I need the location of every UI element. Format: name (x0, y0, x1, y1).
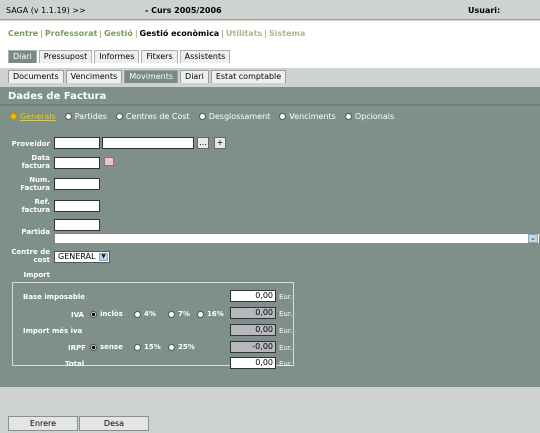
base-imposable-label: Base imposable (23, 293, 85, 301)
subtab-venciments[interactable]: Venciments (65, 70, 123, 83)
iva-option-7[interactable]: 7% (168, 310, 190, 318)
import-mes-iva-label: Import més iva (23, 327, 83, 335)
radio-icon (10, 113, 17, 120)
radio-tab-opcionals[interactable]: Opcionals (344, 112, 394, 121)
tab-assistents[interactable]: Assistents (179, 50, 231, 63)
radio-tab-generals[interactable]: Generals (10, 112, 56, 121)
total-label: Total (65, 360, 85, 368)
radio-icon (64, 113, 72, 120)
nav-sistema[interactable]: Sistema (269, 29, 305, 38)
radio-tab-centres-de-cost[interactable]: Centres de Cost (115, 112, 190, 121)
irpf-option-15[interactable]: 15% (134, 343, 161, 351)
chevron-down-icon: ⌄ (528, 234, 538, 243)
eur-label: Eur. (279, 327, 293, 335)
tab-fitxers[interactable]: Fitxers (141, 50, 178, 63)
calendar-icon[interactable] (104, 157, 114, 166)
section-title: Dades de Factura (8, 91, 107, 102)
subtab-moviments[interactable]: Moviments (124, 70, 179, 83)
nav-gestio-economica[interactable]: Gestió econòmica (140, 29, 220, 38)
course-label: - Curs 2005/2006 (145, 6, 222, 15)
tab-pressupost[interactable]: Pressupost (38, 50, 93, 63)
partida-select[interactable]: ⌄ (54, 233, 540, 244)
data-factura-label: Data factura (21, 154, 50, 170)
iva-option-16[interactable]: 16% (197, 310, 224, 318)
subtab-bar: Documents Venciments Moviments Diari Est… (0, 68, 540, 85)
radio-icon (168, 343, 175, 351)
section-header: Dades de Factura (0, 87, 540, 106)
proveidor-label: Proveidor (11, 140, 50, 148)
ref-factura-input[interactable] (54, 200, 100, 212)
footer: Enrere Desa (0, 387, 540, 433)
irpf-option-sense[interactable]: sense (90, 343, 123, 351)
irpf-label: IRPF (68, 344, 86, 352)
radio-icon (197, 310, 204, 318)
iva-label: IVA (71, 311, 84, 319)
import-label: Import (23, 271, 50, 279)
invoice-radio-tabs: Generals Partides Centres de Cost Desglo… (10, 112, 394, 121)
proveidor-name-input[interactable] (102, 137, 194, 149)
radio-tab-venciments[interactable]: Venciments (279, 112, 336, 121)
eur-label: Eur. (279, 344, 293, 352)
user-label: Usuari: (468, 6, 501, 15)
module-tabs: Diari Pressupost Informes Fitxers Assist… (8, 50, 231, 64)
main-nav: Centre | Professorat | Gestió | Gestió econòmi… (8, 29, 306, 38)
subtab-diari[interactable]: Diari (180, 70, 209, 83)
nav-centre[interactable]: Centre (8, 29, 38, 38)
irpf-value: -0,00 (230, 341, 276, 353)
import-box: Base imposable 0,00 Eur. IVA inclòs 4% 7… (12, 282, 294, 369)
centre-cost-select[interactable]: GENERAL ▼ (54, 251, 110, 263)
iva-value: 0,00 (230, 307, 276, 319)
nav-gestio[interactable]: Gestió (104, 29, 133, 38)
save-button[interactable]: Desa (79, 416, 149, 431)
num-factura-input[interactable] (54, 178, 100, 190)
app-title[interactable]: SAGA (v 1.1.19) >> (6, 6, 86, 15)
import-mes-iva-value: 0,00 (230, 324, 276, 336)
sub-tabs: Documents Venciments Moviments Diari Est… (8, 70, 287, 83)
invoice-panel: Generals Partides Centres de Cost Desglo… (0, 106, 540, 387)
radio-tab-desglossament[interactable]: Desglossament (198, 112, 270, 121)
eur-label: Eur. (279, 360, 293, 368)
partida-code-input[interactable] (54, 219, 100, 231)
proveidor-add-button[interactable]: + (214, 137, 226, 149)
radio-icon (134, 343, 141, 351)
partida-label: Partida (21, 228, 50, 236)
radio-icon (134, 310, 141, 318)
eur-label: Eur. (279, 310, 293, 318)
radio-icon (90, 310, 97, 318)
total-value: 0,00 (230, 357, 276, 369)
radio-icon (198, 113, 206, 120)
tab-informes[interactable]: Informes (94, 50, 140, 63)
data-factura-input[interactable] (54, 157, 100, 169)
radio-icon (344, 113, 352, 120)
tab-diari[interactable]: Diari (8, 50, 37, 63)
chevron-down-icon: ▼ (99, 253, 108, 261)
num-factura-label: Num. Factura (20, 176, 50, 192)
iva-option-4[interactable]: 4% (134, 310, 156, 318)
title-bar: SAGA (v 1.1.19) >> - Curs 2005/2006 Usua… (0, 0, 540, 20)
radio-tab-partides[interactable]: Partides (64, 112, 107, 121)
radio-icon (115, 113, 123, 120)
nav-utilitats[interactable]: Utilitats (226, 29, 262, 38)
nav-professorat[interactable]: Professorat (45, 29, 97, 38)
subtab-estat-comptable[interactable]: Estat comptable (210, 70, 287, 83)
radio-icon (279, 113, 287, 120)
centre-cost-label: Centre de cost (11, 248, 50, 264)
base-imposable-input[interactable]: 0,00 (230, 290, 276, 302)
back-button[interactable]: Enrere (8, 416, 78, 431)
irpf-option-25[interactable]: 25% (168, 343, 195, 351)
radio-icon (90, 343, 97, 351)
radio-icon (168, 310, 175, 318)
proveidor-search-button[interactable]: ... (197, 137, 209, 149)
header: Centre | Professorat | Gestió | Gestió econòmi… (0, 21, 540, 85)
subtab-documents[interactable]: Documents (8, 70, 64, 83)
eur-label: Eur. (279, 293, 293, 301)
iva-option-inclos[interactable]: inclòs (90, 310, 123, 318)
proveidor-code-input[interactable] (54, 137, 100, 149)
ref-factura-label: Ref. factura (21, 198, 50, 214)
